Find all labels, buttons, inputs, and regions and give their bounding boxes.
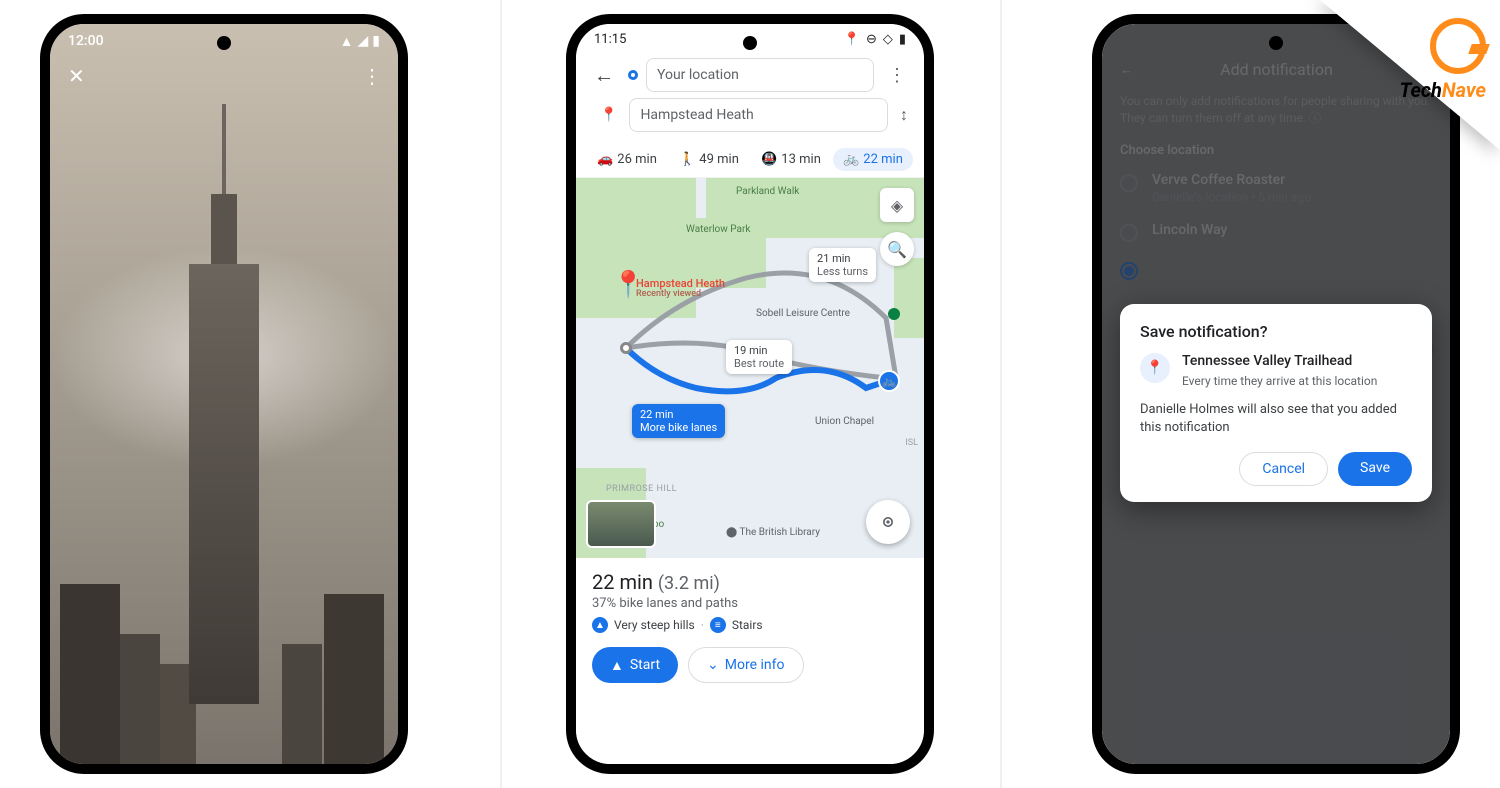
dialog-location-sub: Every time they arrive at this location [1182,374,1377,390]
search-icon[interactable]: 🔍 [880,232,914,266]
cancel-button[interactable]: Cancel [1239,452,1328,486]
map-label-library: ⬤ The British Library [726,527,820,538]
map-label-sobell: Sobell Leisure Centre [756,308,850,319]
status-time: 12:00 [68,33,104,49]
more-icon[interactable]: ⋮ [362,64,380,88]
trip-duration-distance: 22 min (3.2 mi) [592,570,908,594]
technave-logo-icon [1430,18,1486,74]
map-label-waterlow: Waterlow Park [686,224,750,235]
my-location-icon[interactable] [866,500,910,544]
status-icons: 📍⊖◇▮ [844,32,906,47]
start-button[interactable]: ▲ Start [592,647,678,683]
hills-icon: ▲ [592,617,608,633]
tab-bike[interactable]: 🚲 22 min [833,148,913,171]
destination-field[interactable]: Hampstead Heath [629,98,888,132]
trip-lanes-info: 37% bike lanes and paths [592,596,908,611]
dialog-location-name: Tennessee Valley Trailhead [1182,353,1377,371]
map-label-parkland: Parkland Walk [736,186,799,197]
origin-field[interactable]: Your location [646,58,874,92]
location-pin-icon: 📍 [1140,353,1170,383]
save-notification-dialog: Save notification? 📍 Tennessee Valley Tr… [1120,304,1432,502]
tab-transit[interactable]: 🚇 13 min [751,148,831,171]
technave-logo-corner: TechNave [1300,0,1500,160]
map-label-isl: ISL [905,438,918,448]
phone-maps-directions: 11:15 📍⊖◇▮ ← Your location ⋮ 📍 Hampstead… [566,14,934,774]
phone-aerial-view: 12:00 ▲ ◢ ▮ ✕ ⋮ [40,14,408,774]
streetview-thumbnail[interactable] [586,500,656,548]
map-label-primrose: PRIMROSE HILL [606,484,677,494]
trip-warnings: ▲Very steep hills · ≡Stairs [592,617,908,633]
route-summary-sheet: 22 min (3.2 mi) 37% bike lanes and paths… [576,558,924,697]
map-canvas[interactable]: 🚲 📍 Hampstead Heath Recently viewed Park… [576,178,924,558]
dialog-disclaimer: Danielle Holmes will also see that you a… [1140,401,1412,436]
route-chip-less-turns[interactable]: 21 min Less turns [809,248,876,282]
status-icons: ▲ ◢ ▮ [340,33,380,50]
route-dest-bike-icon: 🚲 [878,370,900,392]
poi-dot-icon [888,308,900,320]
close-icon[interactable]: ✕ [68,64,85,88]
status-time: 11:15 [594,32,626,47]
more-info-button[interactable]: ⌄ More info [688,647,803,683]
back-arrow-icon[interactable]: ← [588,59,620,92]
dialog-title: Save notification? [1140,322,1412,341]
layers-icon[interactable]: ◈ [880,188,914,222]
route-chip-best[interactable]: 19 min Best route [726,340,792,374]
destination-pin-icon: 📍 [600,107,617,123]
travel-mode-tabs: 🚗 26 min 🚶 49 min 🚇 13 min 🚲 22 min [576,140,924,178]
empire-state-building [189,264,259,704]
route-chip-bike-lanes[interactable]: 22 min More bike lanes [632,404,725,438]
route-origin-dot [620,342,632,354]
phone-camera-dot [743,36,757,50]
destination-map-label: Hampstead Heath Recently viewed [636,278,725,300]
more-icon[interactable]: ⋮ [882,65,912,86]
map-label-chapel: Union Chapel [815,416,874,427]
technave-wordmark: TechNave [1399,78,1486,102]
stairs-icon: ≡ [710,617,726,633]
swap-icon[interactable]: ↕ [896,105,912,125]
phone-camera-dot [217,36,231,50]
phone-camera-dot [1269,36,1283,50]
save-button[interactable]: Save [1338,452,1412,486]
tab-drive[interactable]: 🚗 26 min [587,148,667,171]
tab-walk[interactable]: 🚶 49 min [669,148,749,171]
origin-dot-icon [628,70,638,80]
